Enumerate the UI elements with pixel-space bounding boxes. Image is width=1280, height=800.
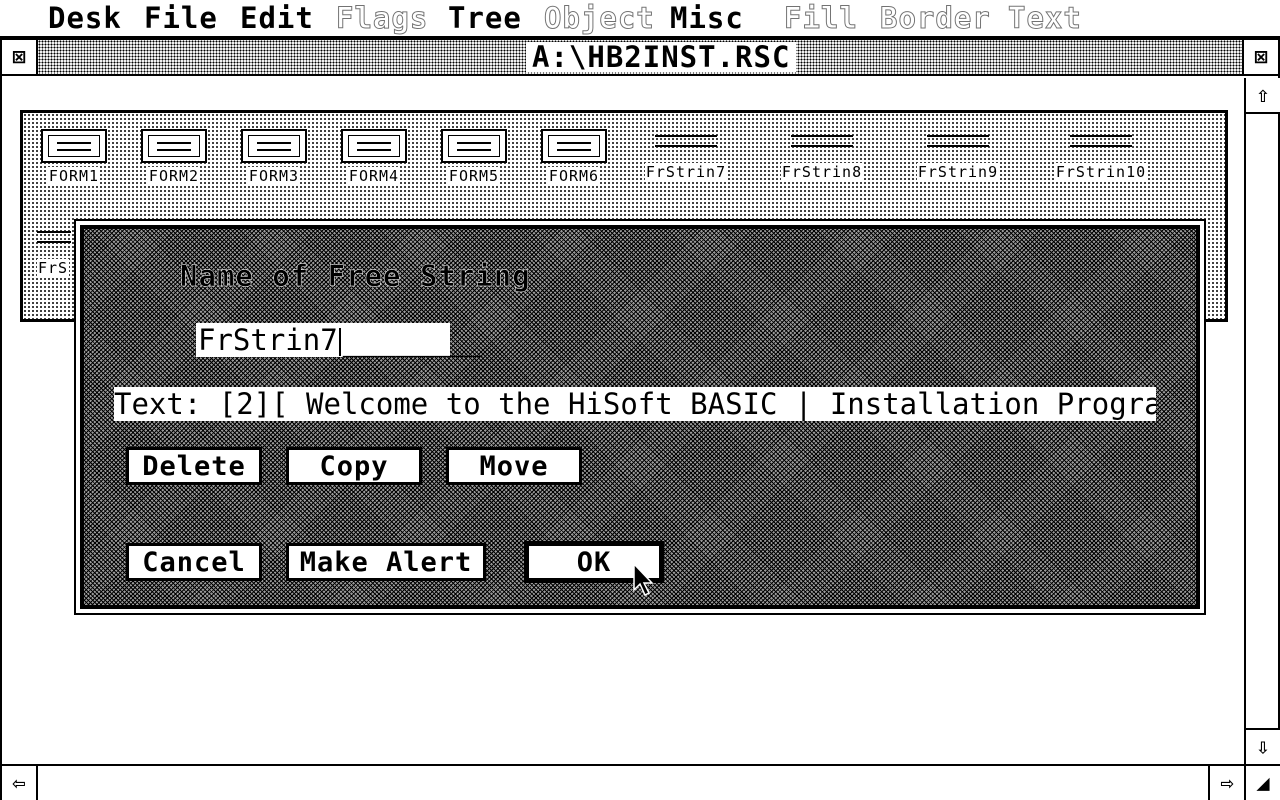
- string-name-value: FrStrin7: [198, 323, 338, 357]
- tree-item-label: FORM3: [247, 167, 301, 185]
- menu-misc[interactable]: Misc: [670, 0, 744, 36]
- vertical-scrollbar[interactable]: ⇧ ⇩: [1244, 78, 1280, 764]
- window-title-bar[interactable]: ⊠ A:\HB2INST.RSC ⊠: [2, 40, 1278, 76]
- form-icon: [141, 129, 207, 163]
- text-cursor: [338, 328, 341, 356]
- size-box[interactable]: ◢: [1244, 766, 1280, 800]
- tree-item-label: FORM5: [447, 167, 501, 185]
- menu-border[interactable]: Border: [880, 0, 991, 36]
- mouse-pointer-icon: [633, 562, 654, 597]
- tree-item-label: FORM4: [347, 167, 401, 185]
- form-icon: [541, 129, 607, 163]
- free-string-dialog: Name of Free String FrStrin7 ________ Tex…: [80, 225, 1200, 609]
- form-icon: [241, 129, 307, 163]
- menu-tree[interactable]: Tree: [448, 0, 522, 36]
- tree-item-label: FORM2: [147, 167, 201, 185]
- form-icon: [441, 129, 507, 163]
- close-icon: ⊠: [12, 44, 26, 70]
- tree-item-label: FORM1: [47, 167, 101, 185]
- tree-item-label: FrStrin8: [780, 163, 864, 181]
- close-box[interactable]: ⊠: [2, 40, 38, 74]
- tree-item-form1[interactable]: FORM1: [37, 129, 111, 185]
- copy-button[interactable]: Copy: [286, 447, 422, 485]
- tree-item-frstrin9[interactable]: FrStrin9: [903, 129, 1013, 181]
- string-text-input[interactable]: Text: [2][ Welcome to the HiSoft BASIC |…: [114, 387, 1156, 421]
- scroll-up-button[interactable]: ⇧: [1246, 78, 1280, 114]
- menu-fill[interactable]: Fill: [784, 0, 858, 36]
- tree-item-frstrin10[interactable]: FrStrin10: [1039, 129, 1163, 181]
- tree-item-label: FORM6: [547, 167, 601, 185]
- arrow-down-icon: ⇩: [1256, 734, 1270, 760]
- delete-button[interactable]: Delete: [126, 447, 262, 485]
- tree-item-frstrin8[interactable]: FrStrin8: [767, 129, 877, 181]
- tree-item-label: FrStrin9: [916, 163, 1000, 181]
- tree-item-label: FrS: [37, 259, 70, 277]
- string-name-input[interactable]: FrStrin7 ________: [196, 323, 482, 357]
- string-text-value: Text: [2][ Welcome to the HiSoft BASIC |…: [114, 387, 1156, 421]
- menu-desk[interactable]: Desk: [48, 0, 122, 36]
- tree-item-form2[interactable]: FORM2: [137, 129, 211, 185]
- menu-text[interactable]: Text: [1008, 0, 1082, 36]
- tree-item-frs[interactable]: FrS: [37, 225, 77, 277]
- arrow-right-icon: ⇨: [1220, 770, 1234, 796]
- menu-edit[interactable]: Edit: [240, 0, 314, 36]
- string-icon: [37, 225, 71, 255]
- string-name-placeholder: ________: [342, 323, 483, 357]
- window-title: A:\HB2INST.RSC: [526, 42, 797, 72]
- tree-item-label: FrStrin10: [1054, 163, 1148, 181]
- dialog-heading: Name of Free String: [180, 259, 531, 294]
- fuller-icon: ⊠: [1254, 44, 1268, 70]
- form-icon: [41, 129, 107, 163]
- move-button[interactable]: Move: [446, 447, 582, 485]
- resize-icon: ◢: [1256, 770, 1270, 796]
- make-alert-button[interactable]: Make Alert: [286, 543, 486, 581]
- tree-item-form6[interactable]: FORM6: [537, 129, 611, 185]
- string-icon: [791, 129, 853, 159]
- menu-flags[interactable]: Flags: [335, 0, 428, 36]
- tree-item-form5[interactable]: FORM5: [437, 129, 511, 185]
- horizontal-scrollbar[interactable]: ⇦ ⇨ ◢: [2, 764, 1280, 800]
- cancel-button[interactable]: Cancel: [126, 543, 262, 581]
- tree-item-form4[interactable]: FORM4: [337, 129, 411, 185]
- scroll-left-button[interactable]: ⇦: [2, 766, 38, 800]
- tree-item-frstrin7[interactable]: FrStrin7: [631, 129, 741, 181]
- tree-item-label: FrStrin7: [644, 163, 728, 181]
- string-icon: [1070, 129, 1132, 159]
- menu-object[interactable]: Object: [544, 0, 655, 36]
- fuller-box[interactable]: ⊠: [1242, 40, 1278, 74]
- arrow-up-icon: ⇧: [1256, 82, 1270, 108]
- form-icon: [341, 129, 407, 163]
- scroll-down-button[interactable]: ⇩: [1246, 728, 1280, 764]
- tree-item-form3[interactable]: FORM3: [237, 129, 311, 185]
- string-icon: [927, 129, 989, 159]
- menu-file[interactable]: File: [144, 0, 218, 36]
- menu-bar: Desk File Edit Flags Tree Object Misc Fi…: [0, 0, 1280, 38]
- scroll-right-button[interactable]: ⇨: [1208, 766, 1244, 800]
- arrow-left-icon: ⇦: [12, 770, 26, 796]
- string-icon: [655, 129, 717, 159]
